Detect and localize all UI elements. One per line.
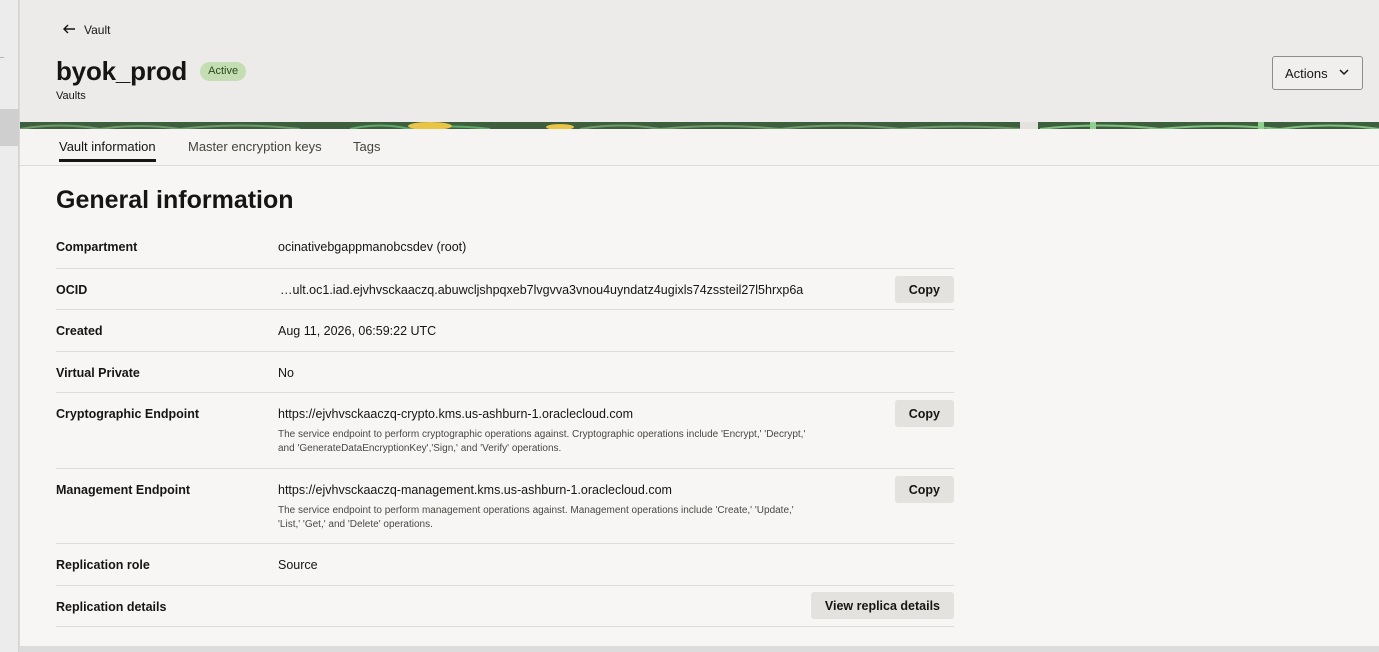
compartment-value: ocinativebgappmanobcsdev (root) [278,240,467,254]
bottom-strip [20,646,1379,652]
chevron-down-icon [1338,66,1350,81]
row-label: Replication details [56,600,167,614]
row-label: Cryptographic Endpoint [56,407,200,421]
row-label: Virtual Private [56,366,140,380]
row-replication-role: Replication role Source [56,544,954,586]
crypto-endpoint-value: https://ejvhvsckaaczq-crypto.kms.us-ashb… [278,407,634,421]
row-label: Created [56,324,103,338]
tab-tags[interactable]: Tags [353,139,380,162]
row-ocid: OCID …ult.oc1.iad.ejvhvsckaaczq.abuwcljs… [56,269,954,310]
back-link[interactable]: Vault [62,21,110,39]
row-created: Created Aug 11, 2026, 06:59:22 UTC [56,310,954,352]
copy-ocid-button[interactable]: Copy [894,276,954,303]
tab-master-encryption-keys[interactable]: Master encryption keys [188,139,322,162]
replication-role-value: Source [278,558,318,572]
title-row: byok_prod Active [56,56,247,87]
row-cryptographic-endpoint: Cryptographic Endpoint https://ejvhvscka… [56,393,954,469]
row-label: Management Endpoint [56,483,191,497]
page-subtitle: Vaults [56,90,86,102]
crypto-endpoint-description: The service endpoint to perform cryptogr… [278,429,806,454]
row-label: Compartment [56,240,138,254]
copy-crypto-endpoint-button[interactable]: Copy [894,400,954,427]
row-compartment: Compartment ocinativebgappmanobcsdev (ro… [56,227,954,269]
rail-tick [0,57,4,58]
rail-selected-block[interactable] [0,109,19,146]
page-header: Vault byok_prod Active Vaults Actions [20,0,1379,122]
actions-button-label: Actions [1285,65,1328,81]
management-endpoint-value: https://ejvhvsckaaczq-management.kms.us-… [278,483,672,497]
tab-bar: Vault information Master encryption keys… [20,129,1379,166]
tab-vault-information[interactable]: Vault information [59,139,156,162]
row-label: Replication role [56,558,150,572]
content-area: General information Compartment ocinativ… [20,166,1379,646]
management-endpoint-description: The service endpoint to perform manageme… [278,505,794,530]
back-link-label: Vault [84,23,111,37]
actions-button[interactable]: Actions [1272,56,1363,90]
arrow-left-icon [62,22,76,39]
row-management-endpoint: Management Endpoint https://ejvhvsckaacz… [56,469,954,544]
page-title: byok_prod [56,56,188,86]
section-title: General information [56,186,294,214]
info-table: Compartment ocinativebgappmanobcsdev (ro… [56,227,954,627]
copy-management-endpoint-button[interactable]: Copy [894,476,954,503]
decorative-banner [20,122,1379,129]
row-replication-details: Replication details View replica details [56,586,954,627]
status-badge: Active [200,62,247,81]
row-label: OCID [56,283,88,297]
virtual-private-value: No [278,366,294,380]
row-virtual-private: Virtual Private No [56,352,954,393]
created-value: Aug 11, 2026, 06:59:22 UTC [278,324,437,338]
main-panel: Vault byok_prod Active Vaults Actions Va… [20,0,1379,646]
left-rail [0,0,19,652]
ocid-value: …ult.oc1.iad.ejvhvsckaaczq.abuwcljshpqxe… [280,283,804,297]
view-replica-details-button[interactable]: View replica details [810,592,954,619]
